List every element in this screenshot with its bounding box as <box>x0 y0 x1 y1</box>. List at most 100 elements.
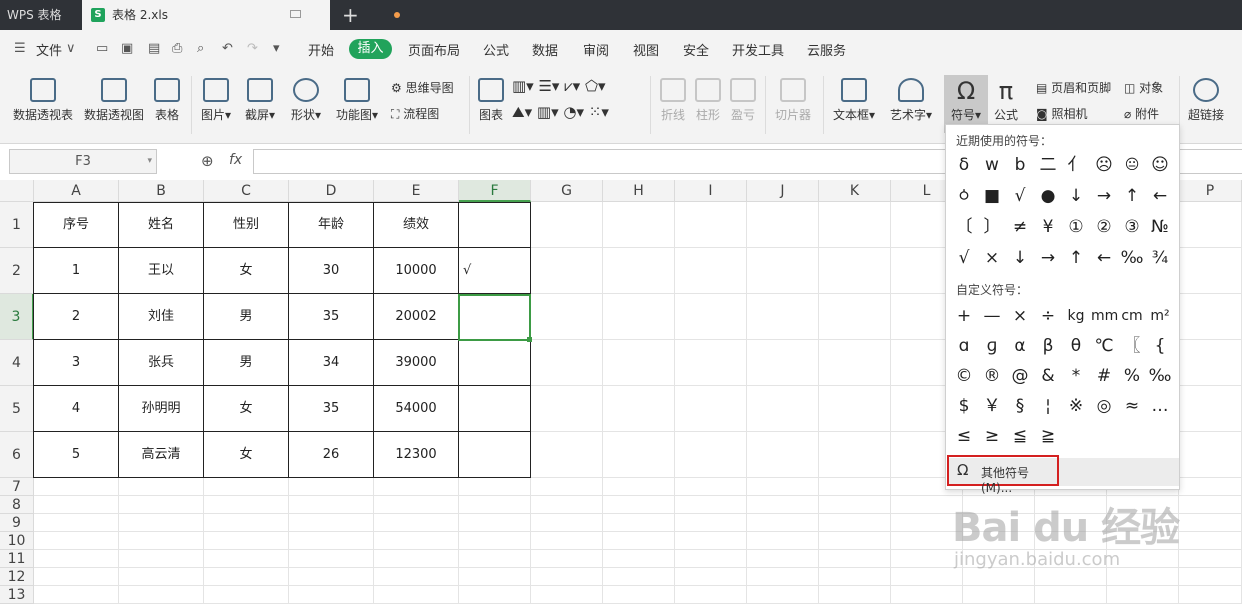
custom-symbol[interactable]: § <box>1007 393 1033 419</box>
sparkline-winloss-button[interactable]: 盈亏 <box>728 78 758 123</box>
cell-l12[interactable] <box>891 568 963 586</box>
cell-g6[interactable] <box>531 432 603 478</box>
recent-symbol[interactable]: × <box>979 245 1005 271</box>
cell-e2[interactable]: 10000 <box>374 248 459 294</box>
cell-d7[interactable] <box>289 478 374 496</box>
cell-d10[interactable] <box>289 532 374 550</box>
custom-symbol[interactable]: ɑ <box>951 333 977 359</box>
pdf-icon[interactable]: ▤ <box>148 41 160 56</box>
cell-g13[interactable] <box>531 586 603 604</box>
print-icon[interactable]: ⎙ <box>172 41 182 56</box>
cell-e8[interactable] <box>374 496 459 514</box>
cell-h3[interactable] <box>603 294 675 340</box>
symbol-button[interactable]: Ω 符号▾ <box>946 78 986 123</box>
cell-e1[interactable]: 绩效 <box>374 202 459 248</box>
cell-d9[interactable] <box>289 514 374 532</box>
cell-g1[interactable] <box>531 202 603 248</box>
menu-view[interactable]: 视图 <box>633 40 659 59</box>
custom-symbol[interactable]: * <box>1063 363 1089 389</box>
camera-button[interactable]: ◙ 照相机 <box>1036 105 1087 122</box>
recent-symbol[interactable]: ㆁ <box>951 183 977 209</box>
cell-j8[interactable] <box>747 496 819 514</box>
cell-l13[interactable] <box>891 586 963 604</box>
row-header-9[interactable]: 9 <box>0 514 34 532</box>
custom-symbol[interactable]: … <box>1147 393 1173 419</box>
recent-symbol[interactable]: → <box>1091 183 1117 209</box>
cell-i11[interactable] <box>675 550 747 568</box>
cell-g11[interactable] <box>531 550 603 568</box>
menu-formula[interactable]: 公式 <box>483 40 509 59</box>
recent-symbol[interactable]: ← <box>1147 183 1173 209</box>
cell-m13[interactable] <box>963 586 1035 604</box>
cell-e12[interactable] <box>374 568 459 586</box>
picture-button[interactable]: 图片▾ <box>198 78 234 123</box>
cell-e5[interactable]: 54000 <box>374 386 459 432</box>
cell-k6[interactable] <box>819 432 891 478</box>
cell-b5[interactable]: 孙明明 <box>119 386 204 432</box>
attachment-button[interactable]: ⌀ 附件 <box>1124 105 1159 122</box>
flowchart-button[interactable]: ⛶ 流程图 <box>391 105 439 122</box>
custom-symbol[interactable]: { <box>1147 333 1173 359</box>
cell-j4[interactable] <box>747 340 819 386</box>
cell-p4[interactable] <box>1179 340 1242 386</box>
menu-page-layout[interactable]: 页面布局 <box>408 40 460 59</box>
cell-p6[interactable] <box>1179 432 1242 478</box>
row-header-2[interactable]: 2 <box>0 248 34 294</box>
cell-h11[interactable] <box>603 550 675 568</box>
recent-symbol[interactable]: 亻 <box>1063 152 1089 178</box>
custom-symbol[interactable]: 〖 <box>1119 333 1145 359</box>
chart-type-icons-2[interactable]: ⛰▾ ▥▾ ◔▾ ⁙▾ <box>512 103 609 121</box>
cell-f2[interactable]: √ <box>459 248 531 294</box>
recent-symbol[interactable]: → <box>1035 245 1061 271</box>
cell-f5[interactable] <box>459 386 531 432</box>
cell-d6[interactable]: 26 <box>289 432 374 478</box>
cell-i9[interactable] <box>675 514 747 532</box>
row-header-7[interactable]: 7 <box>0 478 34 496</box>
recent-symbol[interactable]: δ <box>951 152 977 178</box>
cell-g7[interactable] <box>531 478 603 496</box>
cell-p2[interactable] <box>1179 248 1242 294</box>
cell-a13[interactable] <box>34 586 119 604</box>
custom-symbol[interactable]: + <box>951 303 977 329</box>
column-header-h[interactable]: H <box>603 180 675 202</box>
cell-c1[interactable]: 性别 <box>204 202 289 248</box>
active-cell-highlight[interactable] <box>458 294 531 341</box>
cell-e13[interactable] <box>374 586 459 604</box>
custom-symbol[interactable]: × <box>1007 303 1033 329</box>
cell-h13[interactable] <box>603 586 675 604</box>
cell-c6[interactable]: 女 <box>204 432 289 478</box>
open-icon[interactable]: ▭ <box>96 41 108 56</box>
menu-review[interactable]: 审阅 <box>583 40 609 59</box>
file-menu[interactable]: 文件 <box>36 40 62 59</box>
hamburger-icon[interactable]: ☰ <box>14 41 26 56</box>
cell-j10[interactable] <box>747 532 819 550</box>
cell-a8[interactable] <box>34 496 119 514</box>
chevron-down-icon[interactable]: ▾ <box>147 150 152 173</box>
hyperlink-button[interactable]: 超链接 <box>1186 78 1226 123</box>
cell-d11[interactable] <box>289 550 374 568</box>
custom-symbol[interactable]: ≦ <box>1007 423 1033 449</box>
cell-c9[interactable] <box>204 514 289 532</box>
cell-p8[interactable] <box>1179 496 1242 514</box>
column-header-e[interactable]: E <box>374 180 459 202</box>
cell-b12[interactable] <box>119 568 204 586</box>
name-box[interactable]: F3 ▾ <box>9 149 157 174</box>
cell-j9[interactable] <box>747 514 819 532</box>
custom-symbol[interactable]: m² <box>1147 303 1173 329</box>
custom-symbol[interactable]: ≈ <box>1119 393 1145 419</box>
cell-d5[interactable]: 35 <box>289 386 374 432</box>
cell-h6[interactable] <box>603 432 675 478</box>
cell-e11[interactable] <box>374 550 459 568</box>
cell-k10[interactable] <box>819 532 891 550</box>
column-header-g[interactable]: G <box>531 180 603 202</box>
cell-e4[interactable]: 39000 <box>374 340 459 386</box>
cell-c5[interactable]: 女 <box>204 386 289 432</box>
cell-f11[interactable] <box>459 550 531 568</box>
row-header-8[interactable]: 8 <box>0 496 34 514</box>
custom-symbol[interactable]: @ <box>1007 363 1033 389</box>
cell-i10[interactable] <box>675 532 747 550</box>
cell-p10[interactable] <box>1179 532 1242 550</box>
custom-symbol[interactable]: β <box>1035 333 1061 359</box>
custom-symbol[interactable]: mm <box>1091 303 1118 329</box>
cell-k9[interactable] <box>819 514 891 532</box>
